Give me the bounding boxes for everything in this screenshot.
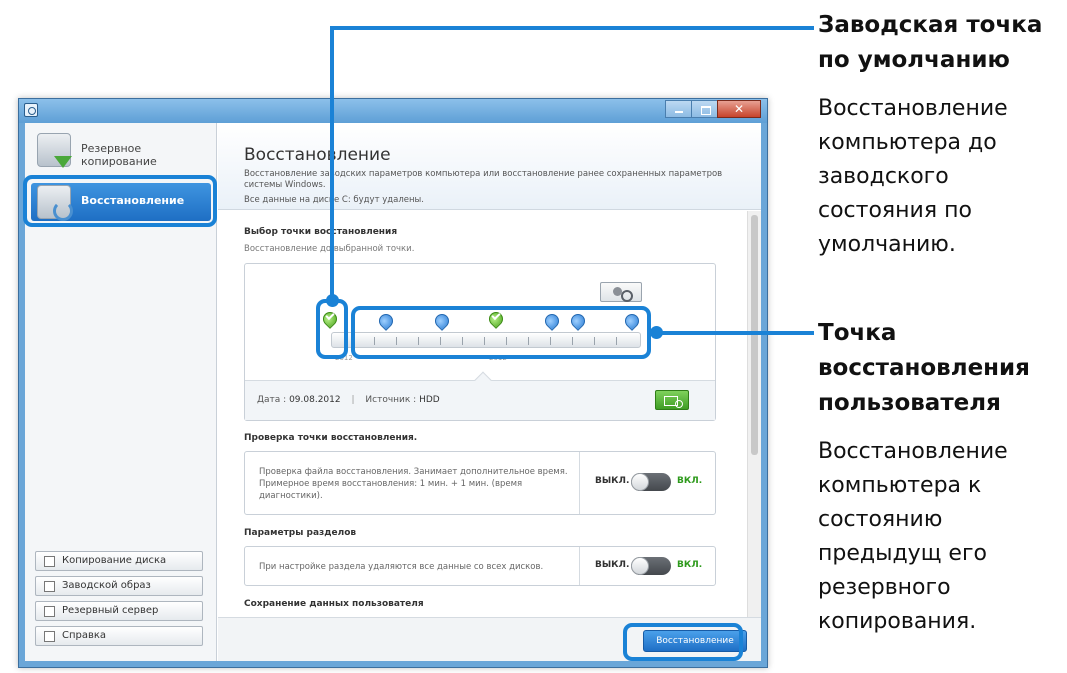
- window-controls: ✕: [665, 100, 761, 118]
- help-label: Справка: [62, 630, 107, 641]
- annotation-factory-body: Восстановление компьютера до заводского …: [818, 96, 1008, 257]
- factory-image-button[interactable]: Заводской образ: [35, 576, 203, 596]
- annotation-factory-title: Заводская точка по умолчанию: [818, 12, 1043, 73]
- help-button[interactable]: Справка: [35, 626, 203, 646]
- highlight-sidebar-restore: [23, 175, 217, 227]
- verify-on-label: ВКЛ.: [677, 476, 703, 486]
- highlight-factory-point: [316, 299, 348, 359]
- annotation-user: Точка восстановления пользователя Восста…: [818, 316, 1063, 639]
- close-icon: ✕: [733, 102, 745, 116]
- restore-point-info: Дата : 09.08.2012 | Источник : HDD: [245, 371, 715, 420]
- factory-image-label: Заводской образ: [62, 580, 151, 591]
- option-divider: [579, 547, 580, 585]
- content-scroll-area: Выбор точки восстановления Восстановлени…: [218, 211, 747, 617]
- page-title: Восстановление: [244, 145, 391, 165]
- vertical-scrollbar[interactable]: [747, 211, 761, 617]
- select-point-title: Выбор точки восстановления: [244, 227, 398, 237]
- view-restore-point-button[interactable]: [655, 390, 689, 410]
- search-restore-points-button[interactable]: [600, 282, 642, 302]
- backup-server-icon: [44, 606, 55, 617]
- help-icon: [44, 631, 55, 642]
- verify-toggle[interactable]: [631, 473, 671, 491]
- annotation-user-title: Точка восстановления пользователя: [818, 320, 1030, 416]
- main-panel: Восстановление Восстановление заводских …: [218, 123, 761, 661]
- scrollbar-thumb[interactable]: [751, 215, 758, 455]
- verify-description: Проверка файла восстановления. Занимает …: [259, 467, 568, 501]
- partitions-option-box: При настройке раздела удаляются все данн…: [244, 546, 716, 586]
- partitions-on-label: ВКЛ.: [677, 560, 703, 570]
- annotation-user-body: Восстановление компьютера к состоянию пр…: [818, 439, 1008, 634]
- date-label: Дата :: [257, 395, 287, 405]
- verify-section-title: Проверка точки восстановления.: [244, 433, 418, 443]
- source-label: Источник :: [365, 395, 417, 405]
- partitions-off-label: ВЫКЛ.: [595, 560, 630, 570]
- restore-point-details: Дата : 09.08.2012 | Источник : HDD: [257, 395, 440, 405]
- leader-line-factory-horizontal: [330, 26, 814, 30]
- verify-off-label: ВЫКЛ.: [595, 476, 630, 486]
- maximize-button[interactable]: [691, 100, 717, 118]
- highlight-user-points: [351, 306, 651, 359]
- partitions-section-title: Параметры разделов: [244, 528, 357, 538]
- sidebar-item-backup[interactable]: Резервное копирование: [31, 131, 211, 169]
- close-button[interactable]: ✕: [717, 100, 761, 118]
- title-bar: ✕: [19, 99, 767, 123]
- date-value: 09.08.2012: [289, 395, 341, 405]
- disk-copy-label: Копирование диска: [62, 555, 167, 566]
- source-value: HDD: [419, 395, 440, 405]
- factory-image-icon: [44, 581, 55, 592]
- annotation-factory: Заводская точка по умолчанию Восстановле…: [818, 8, 1063, 262]
- user-data-section-title: Сохранение данных пользователя: [244, 599, 424, 609]
- page-description: Восстановление заводских параметров комп…: [244, 169, 723, 190]
- backup-icon: [37, 133, 72, 168]
- option-divider: [579, 452, 580, 514]
- partitions-description: При настройке раздела удаляются все данн…: [259, 562, 544, 572]
- minimize-button[interactable]: [665, 100, 691, 118]
- highlight-restore-button: [623, 623, 743, 661]
- leader-line-factory-vertical: [330, 26, 334, 298]
- backup-server-button[interactable]: Резервный сервер: [35, 601, 203, 621]
- partitions-toggle[interactable]: [631, 557, 671, 575]
- verify-option-box: Проверка файла восстановления. Занимает …: [244, 451, 716, 515]
- leader-line-user: [656, 331, 814, 335]
- selection-caret: [474, 371, 492, 389]
- app-icon: [24, 103, 38, 117]
- page-header: Восстановление Восстановление заводских …: [218, 123, 761, 210]
- disk-copy-button[interactable]: Копирование диска: [35, 551, 203, 571]
- disk-copy-icon: [44, 556, 55, 567]
- sidebar-item-label: Резервное копирование: [81, 142, 157, 168]
- backup-server-label: Резервный сервер: [62, 605, 159, 616]
